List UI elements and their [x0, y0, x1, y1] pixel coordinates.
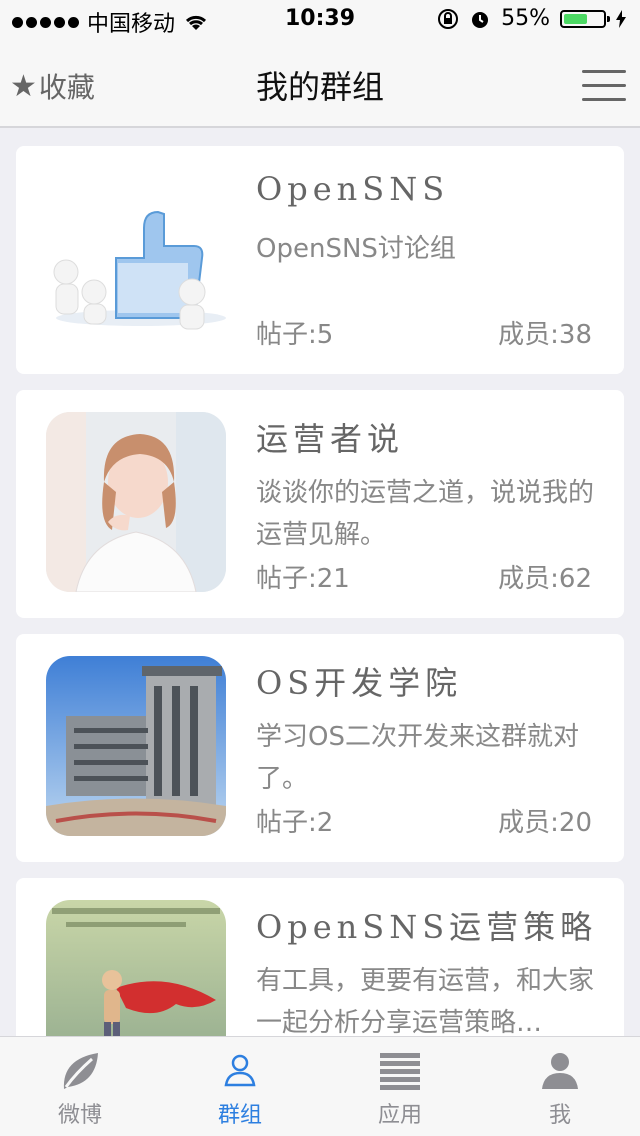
tab-groups[interactable]: 群组: [160, 1037, 320, 1136]
group-description: 有工具，更要有运营，和大家一起分析分享运营策略…: [256, 966, 595, 1036]
battery-percent: 55%: [501, 6, 550, 31]
nav-bar: ★ 收藏 我的群组: [0, 40, 640, 128]
tab-label: 我: [548, 1103, 571, 1128]
group-member-count: 成员:62: [498, 564, 592, 594]
group-post-count: 帖子:5: [256, 320, 334, 350]
leaf-icon: [63, 1053, 98, 1089]
profile-icon: [542, 1053, 578, 1089]
group-post-count: 帖子:2: [256, 808, 334, 838]
group-thumbnail: [46, 656, 226, 836]
alarm-icon: [472, 11, 489, 28]
battery-icon: [560, 9, 610, 28]
group-thumbnail: [46, 168, 226, 348]
group-post-count: 帖子:21: [256, 564, 350, 594]
group-card-opensns[interactable]: OpenSNS OpenSNS讨论组 帖子:5 成员:38: [16, 146, 624, 374]
group-name: OpenSNS: [256, 170, 450, 208]
apps-icon: [380, 1053, 420, 1090]
rotation-lock-icon: [438, 8, 459, 29]
page-title: 我的群组: [255, 68, 384, 106]
charging-icon: [616, 9, 626, 28]
tab-profile[interactable]: 我: [480, 1037, 640, 1136]
tab-weibo[interactable]: 微博: [0, 1037, 160, 1136]
group-member-count: 成员:20: [498, 808, 592, 838]
menu-icon[interactable]: [582, 70, 626, 102]
group-name: OS开发学院: [256, 664, 463, 702]
group-description: 谈谈你的运营之道，说说我的运营见解。: [256, 478, 595, 550]
group-card-os-academy[interactable]: OS开发学院 学习OS二次开发来这群就对了。 帖子:2 成员:20: [16, 634, 624, 862]
group-list: OpenSNS OpenSNS讨论组 帖子:5 成员:38 运营者说 谈谈你的运…: [0, 128, 640, 1036]
tab-bar: 微博 群组 应用 我: [0, 1036, 640, 1136]
group-name: 运营者说: [256, 420, 405, 458]
group-name: OpenSNS运营策略: [256, 908, 598, 946]
group-thumbnail: [46, 412, 226, 592]
tab-label: 群组: [217, 1103, 262, 1128]
group-description: 学习OS二次开发来这群就对了。: [256, 722, 579, 794]
group-member-count: 成员:38: [498, 320, 592, 350]
tab-label: 应用: [377, 1103, 422, 1128]
group-thumbnail: [46, 900, 226, 1036]
group-description: OpenSNS讨论组: [256, 234, 456, 264]
tab-label: 微博: [57, 1103, 102, 1128]
status-bar: 中国移动 10:39 55%: [0, 0, 640, 40]
group-icon: [224, 1054, 256, 1087]
group-card-opensns-strategy[interactable]: OpenSNS运营策略 有工具，更要有运营，和大家一起分析分享运营策略…: [16, 878, 624, 1036]
tab-apps[interactable]: 应用: [320, 1037, 480, 1136]
group-card-yunyingzheshuo[interactable]: 运营者说 谈谈你的运营之道，说说我的运营见解。 帖子:21 成员:62: [16, 390, 624, 618]
